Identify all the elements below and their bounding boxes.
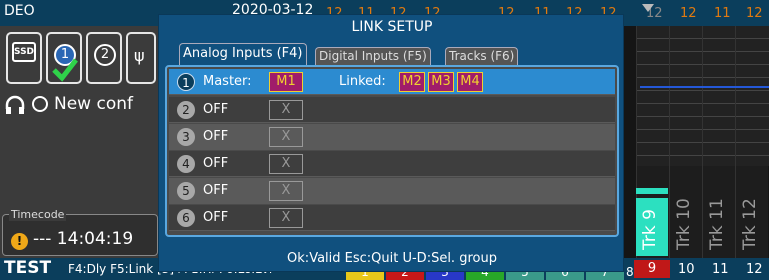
config-row[interactable]: New conf — [2, 92, 158, 118]
linked-label: Linked: — [339, 74, 386, 89]
link-group-row-6[interactable]: 6 OFF X — [169, 205, 615, 231]
checkmark-icon — [52, 58, 78, 82]
timecode-label: Timecode — [9, 208, 67, 221]
group-mode: OFF — [203, 129, 229, 144]
tab-digital-inputs[interactable]: Digital Inputs (F5) — [315, 47, 431, 65]
top-track-number: 11 — [714, 6, 731, 21]
headphones-icon — [5, 95, 25, 114]
media-row: SSD 1 2 ψ — [6, 32, 161, 88]
link-group-row-3[interactable]: 3 OFF X — [169, 124, 615, 150]
track-marker-icon — [642, 4, 654, 12]
level-line — [640, 86, 769, 88]
master-input-chip[interactable]: M1 — [269, 72, 303, 92]
track-10-label: Trk 10 — [674, 198, 694, 250]
group-mode: OFF — [203, 183, 229, 198]
link-group-row-1[interactable]: 1 Master: M1 Linked: M2 M3 M4 — [169, 69, 615, 95]
group-number: 6 — [177, 209, 195, 227]
group-number: 1 — [177, 73, 195, 91]
tab-analog-inputs[interactable]: Analog Inputs (F4) — [179, 43, 307, 65]
track-number[interactable]: 12 — [746, 262, 763, 277]
link-group-row-4[interactable]: 4 OFF X — [169, 151, 615, 177]
link-groups-panel: 1 Master: M1 Linked: M2 M3 M4 2 OFF X 3 … — [165, 65, 619, 237]
take-name: TEST — [4, 258, 52, 278]
empty-input-box[interactable]: X — [269, 100, 303, 120]
track-9-peak — [636, 188, 668, 194]
group-mode: Master: — [203, 74, 252, 89]
tab-tracks[interactable]: Tracks (F6) — [445, 47, 519, 65]
card-2-label: 2 — [94, 44, 116, 66]
track-11-label: Trk 11 — [707, 198, 727, 250]
ssd-icon: SSD — [12, 42, 36, 62]
track-12-label: Trk 12 — [740, 198, 760, 250]
linked-input-chip[interactable]: M3 — [428, 72, 454, 92]
card-2-media-button[interactable]: 2 — [86, 32, 122, 84]
usb-icon: ψ — [134, 46, 145, 65]
usb-media-button[interactable]: ψ — [126, 32, 156, 84]
group-number: 5 — [177, 182, 195, 200]
dialog-title: LINK SETUP — [351, 19, 433, 35]
link-group-row-5[interactable]: 5 OFF X — [169, 178, 615, 204]
empty-input-box[interactable]: X — [269, 127, 303, 147]
timecode-value: --- 14:04:19 — [33, 229, 134, 249]
track-number[interactable]: 11 — [712, 262, 729, 277]
link-setup-dialog: LINK SETUP Analog Inputs (F4) Digital In… — [158, 14, 624, 272]
card-1-media-button[interactable]: 1 — [46, 32, 82, 84]
top-track-number: 12 — [746, 6, 763, 21]
track-9-label: Trk 9 — [640, 209, 660, 250]
group-mode: OFF — [203, 156, 229, 171]
dialog-key-hints: Ok:Valid Esc:Quit U-D:Sel. group — [287, 251, 497, 266]
warning-icon: ! — [11, 233, 28, 250]
group-number: 2 — [177, 101, 195, 119]
tab-bar: Analog Inputs (F4) Digital Inputs (F5) T… — [179, 43, 619, 65]
track-number[interactable]: 10 — [678, 262, 695, 277]
group-number: 4 — [177, 155, 195, 173]
selected-track-chip[interactable]: 9 — [634, 260, 670, 278]
linked-input-chip[interactable]: M2 — [399, 72, 425, 92]
timecode-box: Timecode ! --- 14:04:19 — [2, 208, 158, 256]
empty-input-box[interactable]: X — [269, 154, 303, 174]
config-name: New conf — [54, 94, 133, 114]
linked-input-chip[interactable]: M4 — [457, 72, 483, 92]
group-mode: OFF — [203, 210, 229, 225]
ssd-media-button[interactable]: SSD — [6, 32, 42, 84]
group-number: 3 — [177, 128, 195, 146]
empty-input-box[interactable]: X — [269, 208, 303, 228]
status-ring-icon — [32, 96, 48, 112]
link-group-row-2[interactable]: 2 OFF X — [169, 97, 615, 123]
left-panel: SSD 1 2 ψ New conf Timecode ! --- 14:04:… — [0, 26, 158, 258]
group-mode: OFF — [203, 102, 229, 117]
top-track-number: 12 — [680, 6, 697, 21]
empty-input-box[interactable]: X — [269, 181, 303, 201]
